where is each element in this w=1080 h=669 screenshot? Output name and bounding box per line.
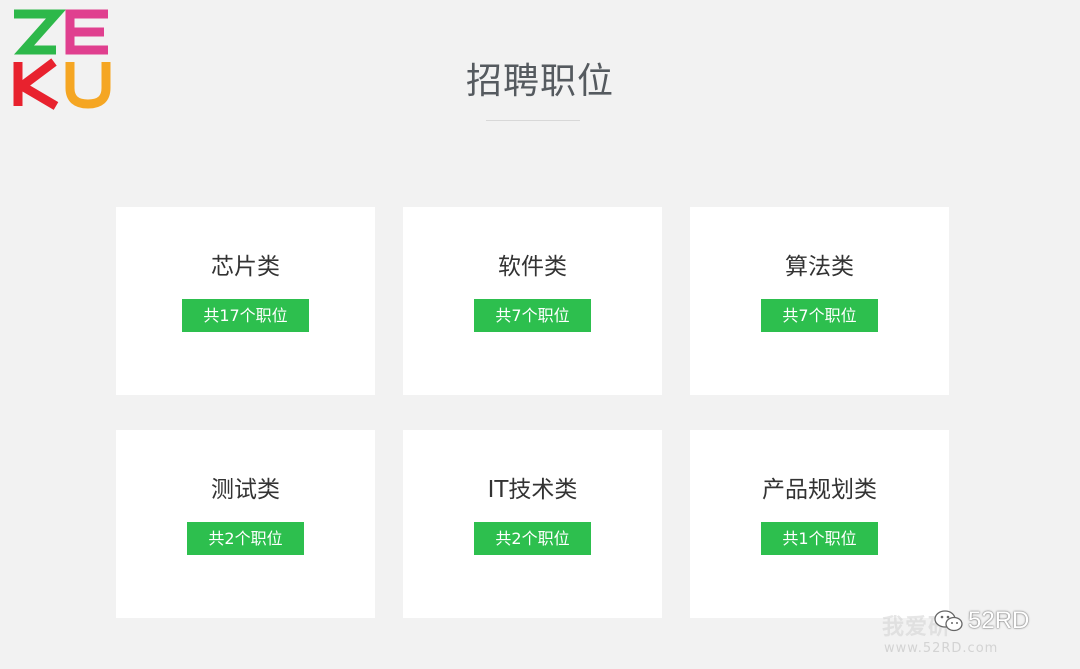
- category-card-testing[interactable]: 测试类 共2个职位: [116, 430, 375, 618]
- category-card-chip[interactable]: 芯片类 共17个职位: [116, 207, 375, 395]
- position-count-badge[interactable]: 共1个职位: [761, 522, 878, 555]
- category-grid: 芯片类 共17个职位 软件类 共7个职位 算法类 共7个职位 测试类 共2个职位…: [116, 207, 950, 619]
- category-card-algorithm[interactable]: 算法类 共7个职位: [690, 207, 949, 395]
- category-title: 产品规划类: [762, 477, 877, 503]
- category-title: 测试类: [211, 477, 280, 503]
- position-count-badge[interactable]: 共2个职位: [187, 522, 304, 555]
- category-card-product-planning[interactable]: 产品规划类 共1个职位: [690, 430, 949, 618]
- position-count-badge[interactable]: 共7个职位: [761, 299, 878, 332]
- category-title: 算法类: [785, 254, 854, 280]
- category-card-it[interactable]: IT技术类 共2个职位: [403, 430, 662, 618]
- category-card-software[interactable]: 软件类 共7个职位: [403, 207, 662, 395]
- category-title: 软件类: [498, 254, 567, 280]
- wechat-icon: [934, 610, 963, 632]
- position-count-badge[interactable]: 共7个职位: [474, 299, 591, 332]
- position-count-badge[interactable]: 共17个职位: [182, 299, 309, 332]
- category-title: 芯片类: [211, 254, 280, 280]
- position-count-badge[interactable]: 共2个职位: [474, 522, 591, 555]
- watermark-url: www.52RD.com: [884, 641, 999, 656]
- page-title: 招聘职位: [465, 61, 614, 102]
- page: 招聘职位 芯片类 共17个职位 软件类 共7个职位 算法类 共7个职位 测试类 …: [0, 0, 1080, 669]
- category-title: IT技术类: [487, 477, 578, 503]
- title-divider: [486, 120, 580, 121]
- watermark: 我爱研 www.52RD.com 52RD: [882, 607, 1052, 659]
- watermark-brand: 52RD: [934, 607, 1029, 635]
- watermark-brand-text: 52RD: [968, 607, 1030, 634]
